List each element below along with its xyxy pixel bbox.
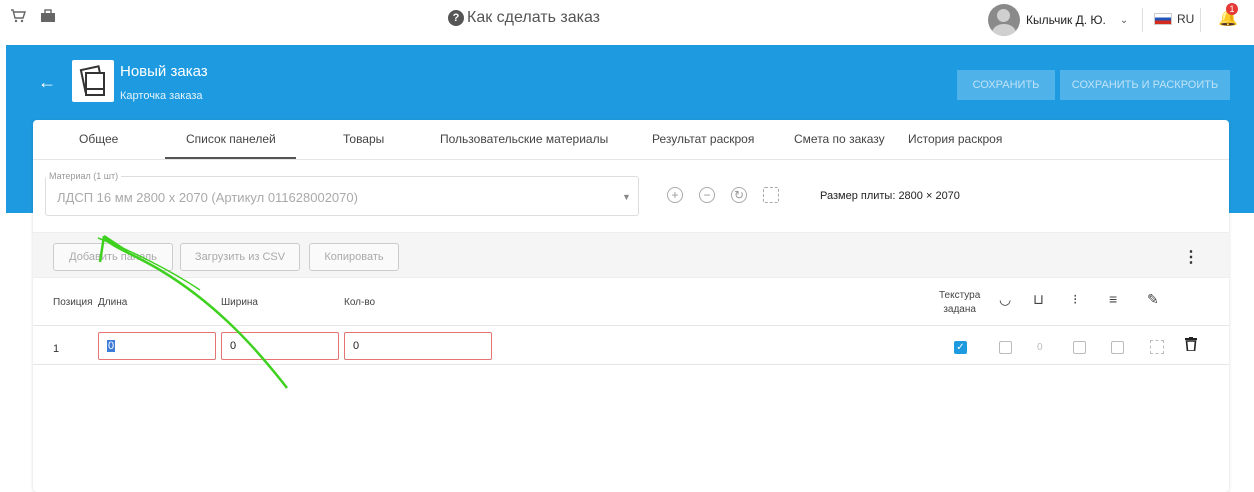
- cart-icon[interactable]: [10, 8, 26, 29]
- tab-custom-materials[interactable]: Пользовательские материалы: [440, 132, 608, 146]
- header-qty: Кол-во: [344, 297, 376, 308]
- user-menu[interactable]: Кыльчик Д. Ю. ⌄: [988, 4, 1128, 36]
- active-tab-indicator: [165, 157, 296, 159]
- help-text: Как сделать заказ: [467, 9, 600, 26]
- more-options-icon[interactable]: ⋮: [1183, 247, 1199, 267]
- save-and-cut-button[interactable]: СОХРАНИТЬ И РАСКРОИТЬ: [1060, 70, 1230, 100]
- divider: [1200, 8, 1201, 32]
- load-csv-button[interactable]: Загрузить из CSV: [180, 243, 300, 271]
- header-length: Длина: [98, 297, 128, 308]
- edit-icon: ✎: [1147, 291, 1159, 307]
- user-name: Кыльчик Д. Ю.: [1026, 13, 1106, 27]
- notification-badge: 1: [1226, 3, 1238, 15]
- briefcase-icon[interactable]: [40, 8, 56, 29]
- edge-count: 0: [1037, 342, 1043, 353]
- material-value: ЛДСП 16 мм 2800 x 2070 (Артикул 01162800…: [57, 190, 358, 205]
- header-texture-line2: задана: [943, 304, 976, 315]
- fit-icon[interactable]: ↻: [731, 187, 747, 203]
- tab-bar: Общее Список панелей Товары Пользователь…: [33, 120, 1229, 160]
- drill-icon: ⁝: [1073, 291, 1078, 307]
- copy-button[interactable]: Копировать: [309, 243, 399, 271]
- row-divider: [33, 325, 1229, 326]
- language-switch[interactable]: RU: [1154, 12, 1194, 26]
- notifications-button[interactable]: 🔔 1: [1218, 3, 1238, 28]
- header-width: Ширина: [221, 297, 258, 308]
- question-icon: ?: [448, 10, 464, 26]
- drill-checkbox[interactable]: [1073, 341, 1086, 354]
- lang-label: RU: [1177, 12, 1195, 26]
- groove-icon: ≡: [1109, 291, 1118, 307]
- tab-panel-list[interactable]: Список панелей: [186, 132, 276, 146]
- zoom-in-icon[interactable]: +: [667, 187, 683, 203]
- add-panel-button[interactable]: Добавить панель: [53, 243, 173, 271]
- order-card: Общее Список панелей Товары Пользователь…: [33, 120, 1229, 492]
- tab-products[interactable]: Товары: [343, 132, 384, 146]
- grid-icon[interactable]: [763, 187, 779, 203]
- order-icon: [72, 60, 114, 102]
- header-texture: Текстура задана: [939, 289, 980, 317]
- back-arrow-icon[interactable]: ←: [38, 72, 56, 93]
- header-position: Позиция: [53, 297, 93, 308]
- page-title: Новый заказ: [120, 63, 208, 80]
- tab-cut-result[interactable]: Результат раскроя: [652, 132, 754, 146]
- tab-general[interactable]: Общее: [79, 132, 118, 146]
- qty-input[interactable]: 0: [344, 332, 492, 360]
- edge-angle-icon: ◡: [999, 291, 1012, 307]
- row-position: 1: [53, 343, 60, 355]
- angle-checkbox[interactable]: [999, 341, 1012, 354]
- length-value: 0: [107, 340, 116, 352]
- top-bar: ? Как сделать заказ Кыльчик Д. Ю. ⌄ RU 🔔…: [0, 0, 1254, 40]
- plate-size: Размер плиты: 2800 × 2070: [820, 190, 960, 202]
- russia-flag-icon: [1154, 13, 1172, 25]
- material-label: Материал (1 шт): [46, 171, 122, 181]
- page-subtitle: Карточка заказа: [120, 90, 203, 102]
- placeholder-icon: [1150, 340, 1164, 354]
- panel-toolbar: Добавить панель Загрузить из CSV Копиров…: [33, 232, 1229, 278]
- caret-down-icon: ▼: [622, 192, 631, 202]
- save-button[interactable]: СОХРАНИТЬ: [957, 70, 1055, 100]
- width-input[interactable]: 0: [221, 332, 339, 360]
- avatar: [988, 4, 1020, 36]
- length-input[interactable]: 0: [98, 332, 216, 360]
- help-link[interactable]: ? Как сделать заказ: [448, 9, 600, 27]
- zoom-out-icon[interactable]: −: [699, 187, 715, 203]
- divider: [1142, 8, 1143, 32]
- top-left-icons: [10, 8, 56, 29]
- tab-estimate[interactable]: Смета по заказу: [794, 132, 885, 146]
- row-divider: [33, 364, 1229, 365]
- chevron-down-icon: ⌄: [1119, 14, 1129, 26]
- groove-checkbox[interactable]: [1111, 341, 1124, 354]
- trash-icon[interactable]: [1185, 337, 1197, 354]
- edge-band-icon: ⊔: [1033, 291, 1044, 307]
- header-texture-line1: Текстура: [939, 290, 981, 301]
- tab-cut-history[interactable]: История раскроя: [908, 132, 1002, 146]
- texture-checkbox[interactable]: ✓: [954, 341, 967, 354]
